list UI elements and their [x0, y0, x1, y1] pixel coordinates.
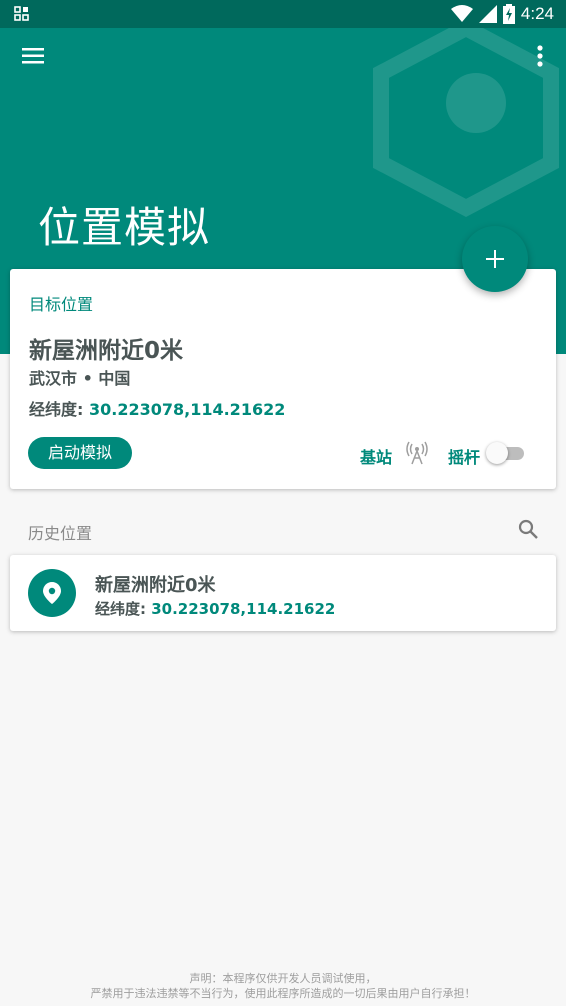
status-time: 4:24	[520, 4, 554, 23]
joystick-toggle[interactable]	[486, 442, 526, 464]
target-coordinates: 经纬度: 30.223078,114.21622	[29, 396, 285, 420]
more-options-icon[interactable]	[528, 42, 552, 70]
disclaimer: 声明：本程序仅供开发人员调试使用， 严禁用于违法违禁等不当行为，使用此程序所造成…	[0, 971, 566, 1001]
coord-value: 30.223078,114.21622	[88, 400, 286, 419]
notification-app-icon	[14, 6, 29, 21]
location-pin-avatar	[28, 569, 76, 617]
target-place-name: 新屋洲附近0米	[29, 338, 184, 364]
coord-label: 经纬度:	[95, 600, 146, 618]
page-title: 位置模拟	[38, 203, 211, 252]
coord-value: 30.223078,114.21622	[151, 600, 336, 618]
history-coordinates: 经纬度: 30.223078,114.21622	[95, 598, 335, 619]
joystick-label: 摇杆	[448, 448, 481, 467]
disclaimer-line: 声明：本程序仅供开发人员调试使用，	[189, 972, 377, 985]
history-section-title: 历史位置	[28, 524, 93, 543]
add-location-button[interactable]	[462, 226, 528, 292]
location-pin-icon	[43, 582, 61, 604]
target-city: 武汉市 • 中国	[29, 369, 131, 388]
status-bar: 4:24	[0, 0, 566, 28]
plus-icon	[486, 250, 504, 268]
cell-tower-icon[interactable]	[406, 441, 428, 465]
start-simulation-button[interactable]: 启动模拟	[28, 437, 132, 469]
history-place-name: 新屋洲附近0米	[95, 575, 216, 596]
disclaimer-line: 严禁用于违法违禁等不当行为，使用此程序所造成的一切后果由用户自行承担！	[90, 987, 476, 1000]
cellular-signal-icon	[478, 5, 497, 23]
target-location-card: 目标位置 新屋洲附近0米 武汉市 • 中国 经纬度: 30.223078,114…	[10, 269, 556, 489]
menu-icon[interactable]	[20, 42, 48, 70]
wifi-icon	[450, 5, 473, 22]
history-list-item[interactable]: 新屋洲附近0米 经纬度: 30.223078,114.21622	[10, 555, 556, 631]
battery-charging-icon	[502, 4, 515, 24]
target-location-label: 目标位置	[29, 295, 94, 314]
base-station-label[interactable]: 基站	[360, 444, 392, 468]
search-icon[interactable]	[517, 518, 539, 540]
toggle-thumb	[486, 442, 508, 464]
coord-label: 经纬度:	[29, 400, 84, 419]
